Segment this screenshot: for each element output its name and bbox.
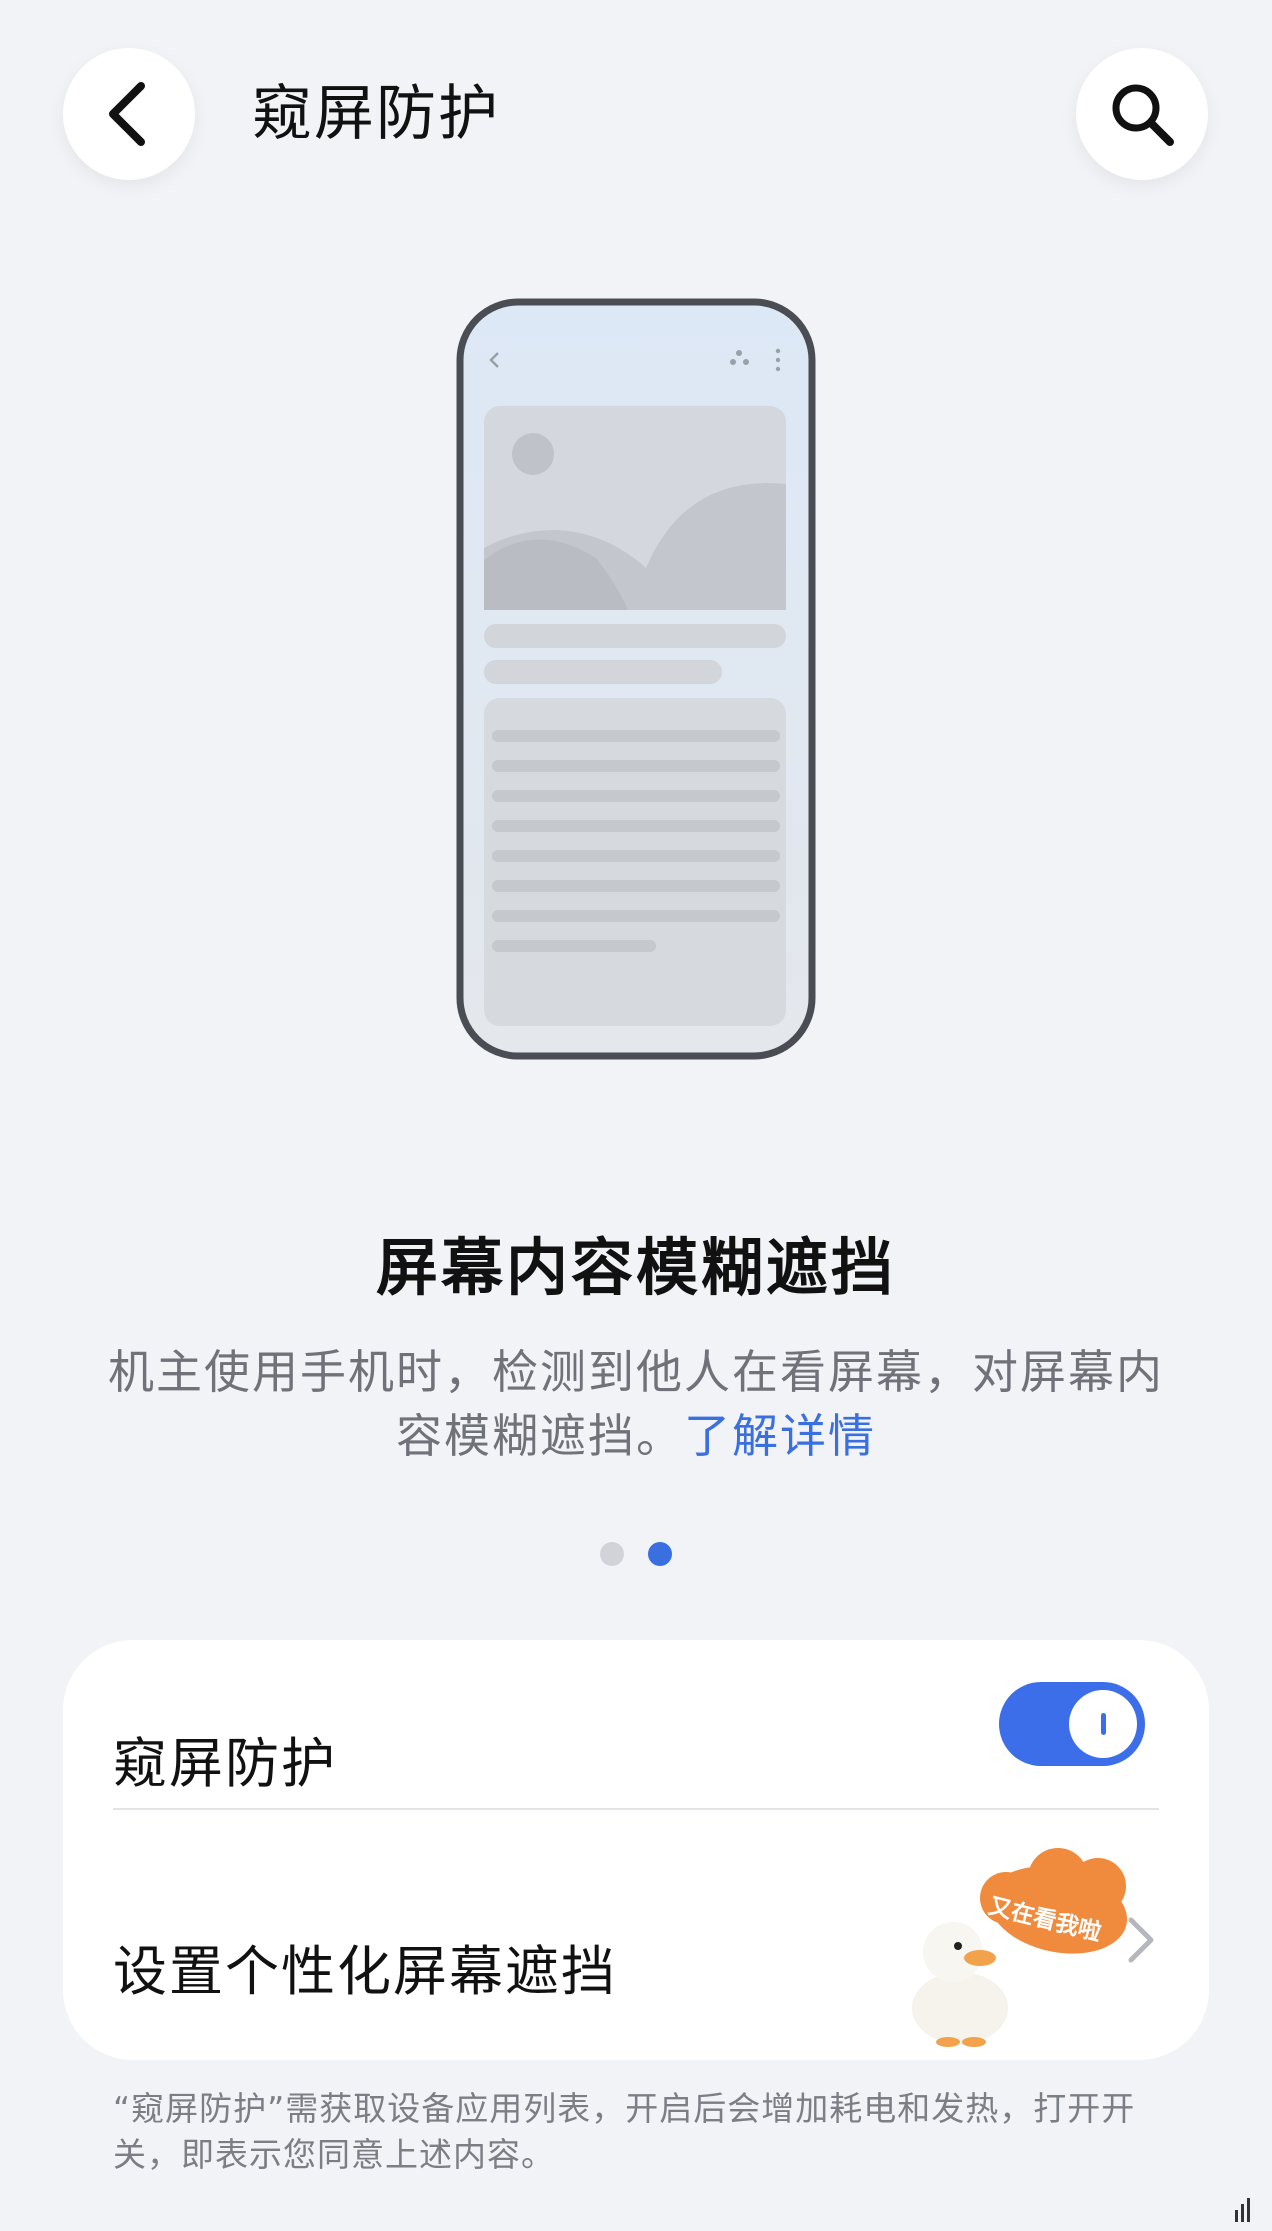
chevron-right-icon [1128, 1917, 1154, 1963]
chevron-left-icon [109, 82, 145, 146]
page-dot-2-active[interactable] [648, 1542, 672, 1566]
search-button[interactable] [1076, 48, 1208, 180]
privacy-toggle-switch[interactable] [999, 1682, 1145, 1766]
settings-card: 窥屏防护 设置个性化屏幕遮挡 又在看我啦 [63, 1640, 1209, 2060]
feature-description: 机主使用手机时，检测到他人在看屏幕，对屏幕内容模糊遮挡。了解详情 [90, 1340, 1182, 1468]
divider [113, 1808, 1159, 1810]
custom-mask-row[interactable]: 设置个性化屏幕遮挡 [113, 1936, 617, 2008]
page-title: 窥屏防护 [252, 79, 500, 149]
page-dot-1[interactable] [600, 1542, 624, 1566]
privacy-toggle-label: 窥屏防护 [113, 1732, 337, 1795]
toggle-knob [1069, 1690, 1137, 1758]
system-indicator-icon [1235, 2198, 1250, 2222]
feature-title: 屏幕内容模糊遮挡 [375, 1231, 896, 1304]
page-indicator [0, 1542, 1272, 1566]
back-button[interactable] [63, 48, 195, 180]
search-icon [1112, 84, 1174, 146]
feature-description-text: 机主使用手机时，检测到他人在看屏幕，对屏幕内容模糊遮挡。 [108, 1345, 1164, 1463]
consent-footnote: “窥屏防护”需获取设备应用列表，开启后会增加耗电和发热，打开开关，即表示您同意上… [113, 2089, 1136, 2174]
phone-mockup-illustration [456, 298, 816, 1060]
learn-more-link[interactable]: 了解详情 [684, 1409, 876, 1463]
